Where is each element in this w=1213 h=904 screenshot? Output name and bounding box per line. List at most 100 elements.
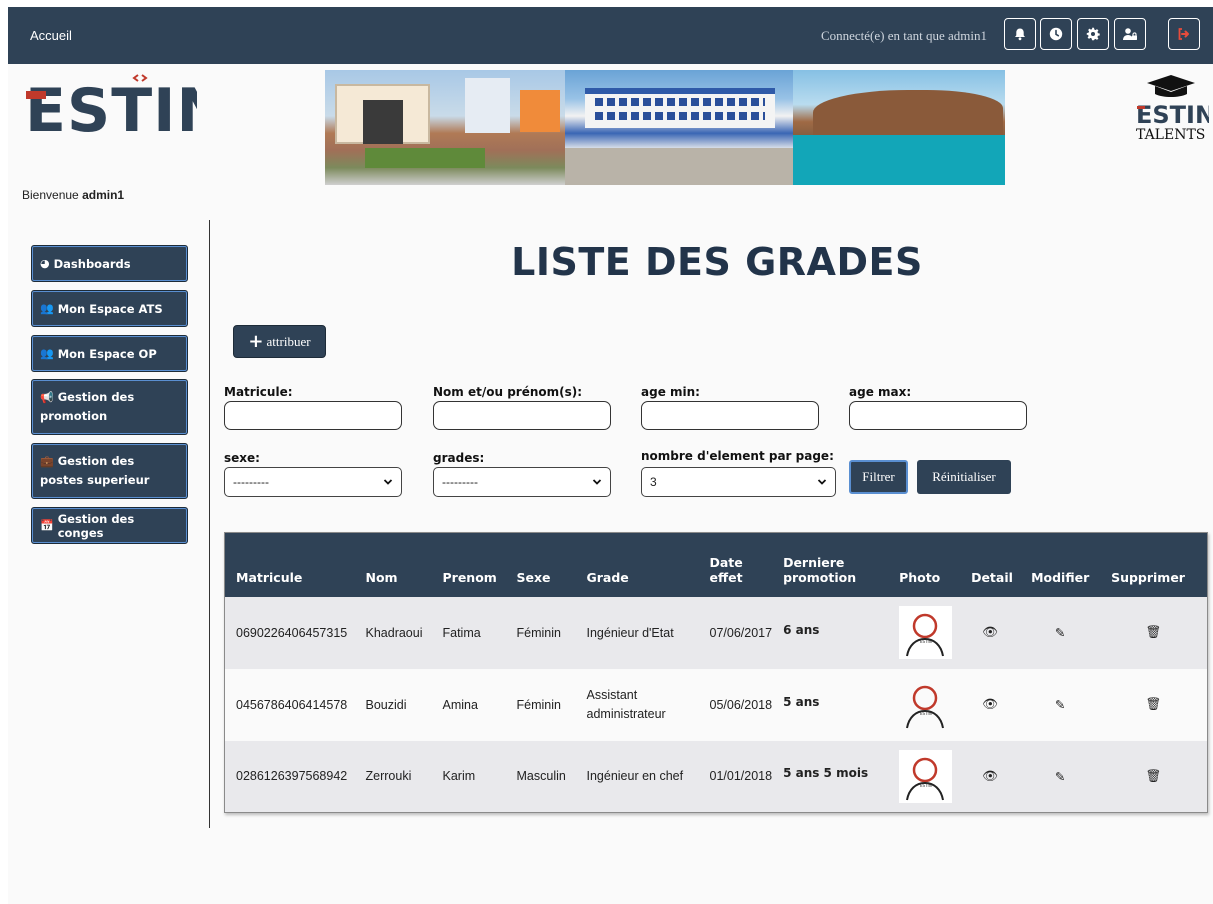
cell-date-effet: 01/01/2018 bbox=[698, 740, 773, 813]
trash-icon: 🗑 bbox=[1145, 768, 1162, 783]
age-max-input[interactable] bbox=[849, 401, 1027, 430]
svg-text:ESTIN: ESTIN bbox=[920, 639, 932, 644]
matricule-input[interactable] bbox=[224, 401, 402, 430]
banner-coast-photo bbox=[793, 70, 1005, 185]
sidebar-item-dashboards[interactable]: ◕ Dashboards bbox=[31, 245, 188, 282]
modifier-button[interactable]: ✎ bbox=[1020, 740, 1101, 813]
sidebar-item-espace-ats[interactable]: 👥 Mon Espace ATS bbox=[31, 290, 188, 327]
sexe-select[interactable]: --------- bbox=[224, 467, 402, 497]
cell-prenom: Amina bbox=[431, 668, 506, 741]
cell-nom: Khadraoui bbox=[354, 596, 432, 669]
nom-prenom-input[interactable] bbox=[433, 401, 611, 430]
avatar: ESTIN bbox=[899, 749, 953, 803]
bell-icon bbox=[1015, 28, 1025, 41]
sidebar-item-gestion-conges[interactable]: 📅 Gestion des conges bbox=[31, 507, 188, 544]
cell-photo: ESTIN bbox=[888, 740, 961, 813]
pie-chart-icon: ◕ bbox=[40, 257, 50, 270]
logout-icon bbox=[1178, 28, 1189, 40]
supprimer-button[interactable]: 🗑 bbox=[1100, 668, 1208, 741]
notifications-button[interactable] bbox=[1004, 18, 1036, 50]
connected-user-text: Connecté(e) en tant que admin1 bbox=[820, 28, 987, 43]
detail-button[interactable]: 👁 bbox=[960, 596, 1021, 669]
sidebar-divider bbox=[209, 220, 210, 828]
age-min-input[interactable] bbox=[641, 401, 819, 430]
matricule-label: Matricule: bbox=[224, 385, 293, 399]
col-sexe: Sexe bbox=[505, 532, 576, 597]
account-button[interactable] bbox=[1114, 18, 1146, 50]
pencil-icon: ✎ bbox=[1054, 769, 1066, 784]
avatar-placeholder-icon: ESTIN bbox=[906, 613, 945, 657]
detail-button[interactable]: 👁 bbox=[960, 668, 1021, 741]
cell-prenom: Fatima bbox=[431, 596, 506, 669]
grades-select[interactable]: --------- bbox=[433, 467, 611, 497]
table-header-row: Matricule Nom Prenom Sexe Grade Date effe… bbox=[224, 532, 1208, 597]
estin-talents-logo: ESTIN TALENTS bbox=[1133, 73, 1213, 147]
table-row: 0456786406414578 Bouzidi Amina Féminin A… bbox=[224, 668, 1208, 741]
attribuer-button[interactable]: + attribuer bbox=[233, 325, 326, 358]
svg-text:TALENTS: TALENTS bbox=[1136, 127, 1205, 143]
supprimer-button[interactable]: 🗑 bbox=[1100, 596, 1208, 669]
svg-text:ESTIN: ESTIN bbox=[25, 76, 197, 139]
col-detail: Detail bbox=[960, 532, 1021, 597]
cell-grade: Ingénieur en chef bbox=[575, 740, 699, 813]
col-nom: Nom bbox=[354, 532, 432, 597]
estin-logo[interactable]: ESTIN bbox=[25, 73, 227, 146]
grades-table: Matricule Nom Prenom Sexe Grade Date effe… bbox=[224, 532, 1208, 813]
modifier-button[interactable]: ✎ bbox=[1020, 596, 1101, 669]
sidebar-item-gestion-postes[interactable]: 💼 Gestion des postes superieur bbox=[31, 443, 188, 499]
users-icon: 👥 bbox=[40, 347, 54, 360]
cell-date-effet: 05/06/2018 bbox=[698, 668, 773, 741]
avatar: ESTIN bbox=[899, 606, 953, 659]
nom-label: Nom et/ou prénom(s): bbox=[433, 385, 583, 399]
age-max-label: age max: bbox=[849, 385, 912, 399]
logout-button[interactable] bbox=[1168, 18, 1200, 50]
trash-icon: 🗑 bbox=[1145, 625, 1162, 639]
filtrer-button[interactable]: Filtrer bbox=[849, 460, 908, 494]
col-modifier: Modifier bbox=[1020, 532, 1101, 597]
sidebar-item-gestion-promotion[interactable]: 📢 Gestion des promotion bbox=[31, 379, 188, 435]
history-button[interactable] bbox=[1040, 18, 1072, 50]
col-supprimer: Supprimer bbox=[1100, 532, 1208, 597]
page-title: LISTE DES GRADES bbox=[511, 240, 923, 284]
cell-photo: ESTIN bbox=[888, 596, 961, 669]
welcome-username: admin1 bbox=[82, 188, 125, 202]
graduation-cap-icon: ESTIN TALENTS bbox=[1136, 75, 1213, 143]
banner-campus-photo bbox=[565, 70, 793, 185]
sidebar-item-espace-op[interactable]: 👥 Mon Espace OP bbox=[31, 335, 188, 372]
trash-icon: 🗑 bbox=[1145, 697, 1162, 711]
campus-banner-image bbox=[325, 70, 1005, 185]
detail-button[interactable]: 👁 bbox=[960, 740, 1021, 813]
supprimer-button[interactable]: 🗑 bbox=[1100, 740, 1208, 813]
sexe-label: sexe: bbox=[224, 451, 260, 465]
chevron-down-icon bbox=[592, 479, 602, 485]
cell-derniere-promotion: 6 ans bbox=[772, 596, 889, 669]
avatar: ESTIN bbox=[899, 678, 952, 731]
col-derniere-promotion: Derniere promotion bbox=[772, 532, 889, 597]
modifier-button[interactable]: ✎ bbox=[1020, 668, 1101, 741]
cell-matricule: 0690226406457315 bbox=[224, 596, 355, 669]
settings-button[interactable] bbox=[1077, 18, 1109, 50]
col-date-effet: Date effet bbox=[698, 532, 773, 597]
avatar-placeholder-icon: ESTIN bbox=[906, 757, 945, 800]
table-row: 0690226406457315 Khadraoui Fatima Fémini… bbox=[224, 596, 1208, 669]
grades-label: grades: bbox=[433, 451, 485, 465]
estin-logo-graphic: ESTIN bbox=[25, 74, 227, 146]
svg-text:ESTIN: ESTIN bbox=[1136, 101, 1209, 129]
col-grade: Grade bbox=[575, 532, 699, 597]
eye-icon: 👁 bbox=[982, 625, 998, 639]
users-icon: 👥 bbox=[40, 302, 54, 315]
cell-sexe: Féminin bbox=[505, 668, 576, 741]
cell-derniere-promotion: 5 ans bbox=[772, 668, 889, 741]
cell-grade: Ingénieur d'Etat bbox=[575, 596, 699, 669]
col-prenom: Prenom bbox=[431, 532, 506, 597]
cell-prenom: Karim bbox=[431, 740, 506, 813]
cell-derniere-promotion: 5 ans 5 mois bbox=[772, 740, 889, 813]
per-page-select[interactable]: 3 bbox=[641, 467, 836, 497]
banner-building-photo bbox=[325, 70, 565, 185]
cell-grade: Assistant administrateur bbox=[575, 668, 699, 741]
chevron-down-icon bbox=[383, 479, 393, 485]
table-row: 0286126397568942 Zerrouki Karim Masculin… bbox=[224, 740, 1208, 813]
cell-sexe: Féminin bbox=[505, 596, 576, 669]
home-link[interactable]: Accueil bbox=[30, 28, 72, 43]
reinitialiser-button[interactable]: Réinitialiser bbox=[917, 460, 1011, 494]
